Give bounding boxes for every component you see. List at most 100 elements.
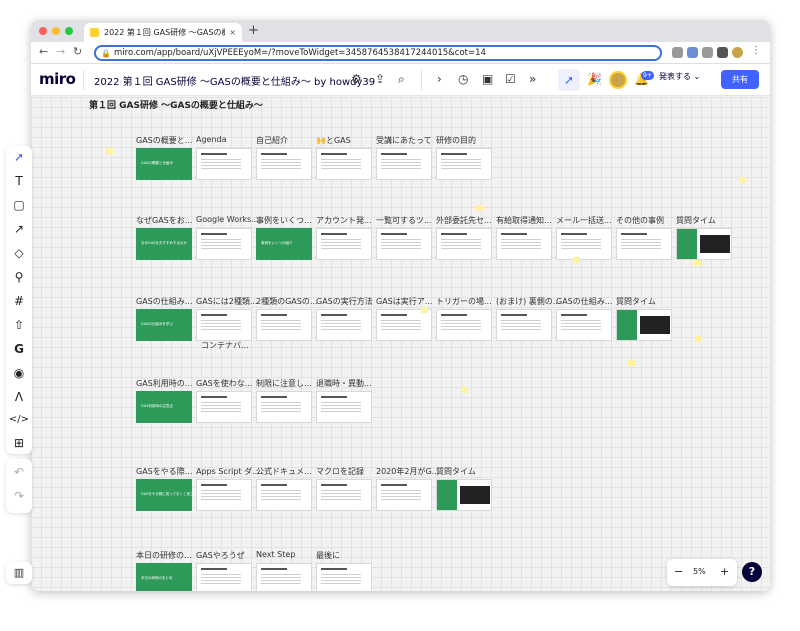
sticky-note[interactable] [573,257,580,263]
slide-card[interactable]: 最後に [316,551,372,591]
share-button[interactable]: 共有 [721,70,759,89]
panel-toggle-icon[interactable]: ▥ [6,562,32,584]
miro-logo[interactable]: miro [39,70,76,88]
url-field[interactable]: 🔒 miro.com/app/board/uXjVPEEEyoM=/?moveT… [94,45,662,61]
slide-card[interactable]: GASの仕組み... GASの仕組みを学ぶ [136,297,192,341]
slide-card[interactable]: 本日の研修の... 本日の研修のまとめ [136,551,192,591]
google-icon[interactable]: G [6,342,32,356]
slide-card[interactable]: メール一括送... [556,216,612,260]
board-name[interactable]: 2022 第１回 GAS研修 〜GASの概要と仕組み〜 by howdy39 [94,73,375,88]
zoom-out-button[interactable]: − [674,565,683,578]
shapes-tool-icon[interactable]: ◇ [6,246,32,260]
slide-card[interactable]: Agenda [196,135,252,180]
browser-tab[interactable]: 2022 第１回 GAS研修 〜GASの概 × [84,23,242,42]
slide-card[interactable]: (おまけ) 裏側の... [496,297,560,341]
timer-icon[interactable]: ◷ [458,72,468,86]
sticky-note-tool-icon[interactable]: ▢ [6,198,32,212]
slide-card[interactable]: 有給取得通知... [496,216,552,260]
slide-card[interactable]: その他の事例 [616,216,672,260]
sticky-note[interactable] [106,148,113,154]
slide-card[interactable]: Google Works... [196,215,259,260]
line-tool-icon[interactable]: ↗ [6,222,32,236]
slide-card[interactable]: GASやろうぜ [196,551,252,591]
slide-card[interactable]: マクロを記録 [316,467,372,511]
close-tab-icon[interactable]: × [229,28,236,37]
slide-card[interactable]: Apps Script ダ... [196,467,260,511]
slide-card[interactable]: 🙌とGAS [316,136,372,180]
redo-icon[interactable]: ↷ [6,489,32,503]
slide-card[interactable]: 退職時・異動... [316,379,372,423]
extension-icon[interactable] [702,47,713,58]
slide-card[interactable]: 自己紹介 [256,136,312,180]
add-card-icon[interactable]: ▣ [482,72,493,86]
more-icon[interactable]: ⋮ [751,45,762,56]
minimize-window-button[interactable] [52,27,60,35]
select-tool-icon[interactable]: ➚ [6,150,32,164]
zoom-level[interactable]: 5% [693,567,706,576]
slide-card[interactable]: GAS利用時の... GAS利用時の注意点 [136,379,192,423]
slide-card[interactable]: GASの実行方法 [316,297,373,341]
slide-card[interactable]: 一覧可するツ... [376,216,432,260]
upload-tool-icon[interactable]: ⇧ [6,318,32,332]
present-button[interactable]: 発表する ⌄ [659,71,700,82]
export-icon[interactable]: ⇪ [375,72,385,86]
extension-icon[interactable] [672,47,683,58]
slide-card[interactable]: Next Step [256,550,312,591]
search-icon[interactable]: ⌕ [398,72,405,87]
puzzle-icon[interactable] [717,47,728,58]
sticky-note[interactable] [628,360,635,366]
slide-card[interactable]: 事例をいくつ... 事例をいくつか紹介 [256,216,312,260]
reload-icon[interactable]: ↻ [73,45,82,58]
frame-tool-icon[interactable]: # [6,294,32,308]
forward-icon[interactable]: → [56,45,65,58]
sticky-note[interactable] [739,177,746,183]
slide-card[interactable]: 質問タイム [616,297,672,341]
sticky-note[interactable] [421,307,428,313]
new-tab-button[interactable]: + [248,23,259,38]
pen-tool-icon[interactable]: Ʌ [6,390,32,404]
more-apps-icon[interactable]: ⊞ [6,436,32,450]
slide-card[interactable]: コンテナバ... [201,341,257,385]
slide-card[interactable]: 2020年2月がG... [376,467,439,511]
slide-card[interactable]: 受講にあたって [376,136,432,180]
slide-card[interactable]: なぜGASをお... なぜGASをおすすめするのか [136,216,192,260]
voting-icon[interactable]: ☑ [505,72,516,86]
slide-card[interactable]: GASは実行ア... [376,297,432,341]
slide-card[interactable]: GASの概要と... GASの概要と仕組み [136,136,192,180]
close-window-button[interactable] [39,27,47,35]
slide-card[interactable]: 2種類のGASの... [256,297,317,341]
slide-card[interactable]: GASを使わな... [196,379,252,423]
zoom-in-button[interactable]: + [720,565,729,578]
slide-card[interactable]: GASには2種類... [196,297,257,341]
sticky-note[interactable] [695,336,702,342]
settings-icon[interactable]: ⚙ [351,72,362,86]
slide-card[interactable]: トリガーの場... [436,297,492,341]
mind-map-tool-icon[interactable]: ⚲ [6,270,32,284]
board-canvas[interactable]: 第１回 GAS研修 〜GASの概要と仕組み〜 GASの概要と... GASの概要と… [31,97,770,591]
help-button[interactable]: ? [742,562,762,582]
slide-card[interactable]: 質問タイム [676,216,732,260]
back-icon[interactable]: ← [39,45,48,58]
frame-title[interactable]: 第１回 GAS研修 〜GASの概要と仕組み〜 [89,98,263,111]
avatar[interactable] [609,71,627,89]
chevron-right-icon[interactable]: › [437,72,442,86]
extension-icon[interactable] [687,47,698,58]
maximize-window-button[interactable] [65,27,73,35]
text-tool-icon[interactable]: T [6,174,32,188]
sticky-note[interactable] [461,387,468,393]
profile-avatar[interactable] [732,47,743,58]
more-tools-icon[interactable]: » [529,72,536,86]
undo-icon[interactable]: ↶ [6,465,32,479]
sticky-note[interactable] [476,205,483,211]
cursor-icon[interactable]: ➚ [558,69,580,91]
slide-card[interactable]: GASの仕組み... [556,297,612,341]
reaction-icon[interactable]: 🎉 [587,72,602,86]
slide-card[interactable]: 外部委託先セ... [436,216,492,260]
slide-card[interactable]: 研修の目的 [436,136,492,180]
slide-card[interactable]: 公式ドキュメ... [256,467,312,511]
slide-card[interactable]: 制限に注意し... [256,379,312,423]
slide-card[interactable]: 質問タイム [436,467,492,511]
slide-card[interactable]: GASをやる際... GASをやる際に知っておくと良さそうなこと [136,467,211,511]
slide-card[interactable]: アカウント発... [316,216,372,260]
sticky-note[interactable] [694,260,701,266]
